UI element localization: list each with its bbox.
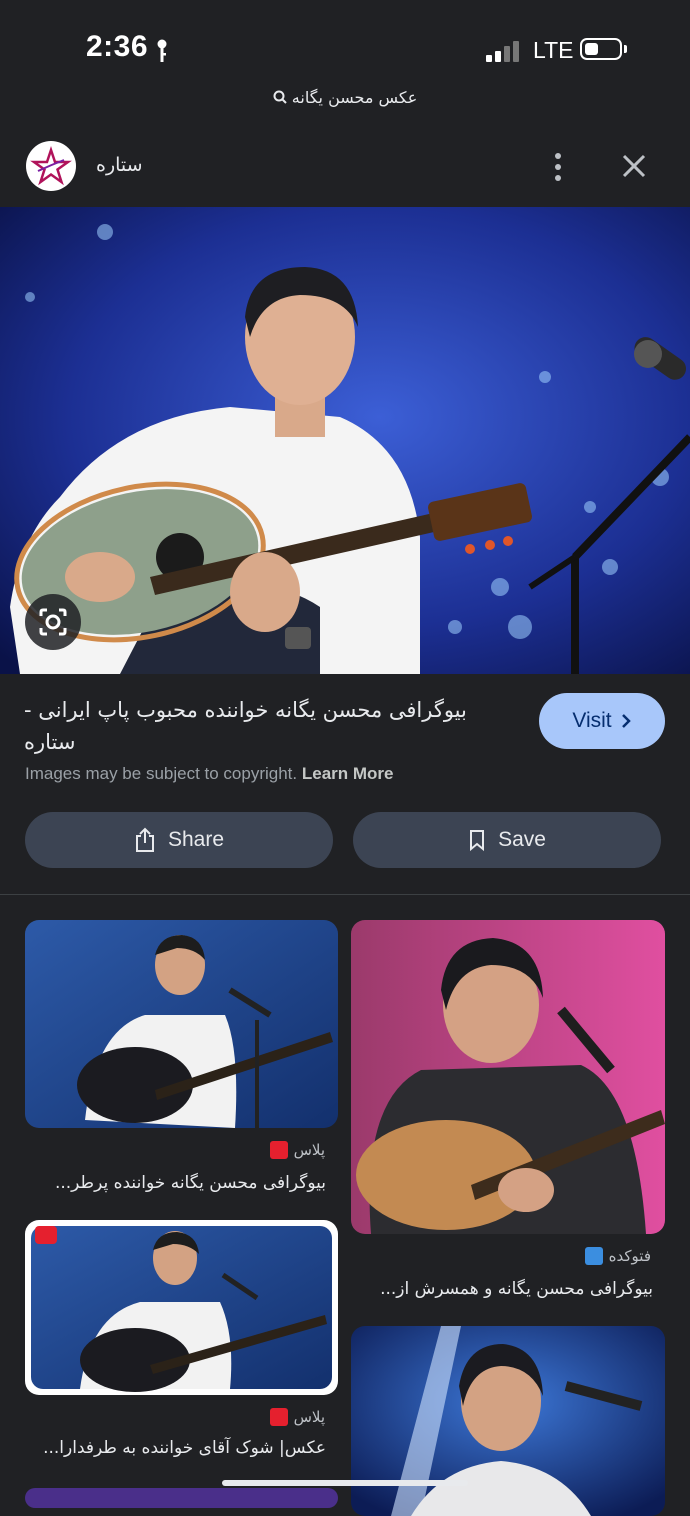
- related-source-2: فتوکده: [584, 1247, 651, 1265]
- related-title-3[interactable]: عکس| شوک آقای خواننده به طرفدارا...: [43, 1438, 326, 1458]
- related-image-2[interactable]: [351, 920, 665, 1234]
- related-source-1: پلاس: [269, 1141, 325, 1159]
- related-source-3-text: پلاس: [293, 1408, 325, 1426]
- save-label: Save: [498, 828, 546, 851]
- related-image-5[interactable]: [25, 1488, 338, 1508]
- signal-icon: [486, 40, 522, 62]
- status-time-text: 2:36: [86, 30, 149, 63]
- close-icon[interactable]: [618, 150, 650, 182]
- search-query-bar[interactable]: عکس محسن یگانه: [0, 88, 690, 107]
- related-image-1[interactable]: [25, 920, 338, 1128]
- save-button[interactable]: Save: [353, 812, 661, 868]
- source-logo[interactable]: [26, 141, 76, 191]
- battery-tip: [624, 45, 627, 53]
- share-button[interactable]: Share: [25, 812, 333, 868]
- location-key-icon: [157, 39, 167, 62]
- status-time: 2:36: [86, 30, 148, 64]
- search-icon: [273, 90, 287, 104]
- related-title-2[interactable]: بیوگرافی محسن یگانه و همسرش از...: [380, 1279, 653, 1299]
- related-image-4[interactable]: [351, 1326, 665, 1516]
- search-query: عکس محسن یگانه: [291, 88, 418, 107]
- network-label: LTE: [533, 37, 574, 63]
- result-title[interactable]: بیوگرافی محسن یگانه خواننده محبوب پاپ ای…: [24, 694, 514, 758]
- related-source-2-text: فتوکده: [608, 1247, 651, 1265]
- related-image-3[interactable]: [25, 1220, 338, 1395]
- bookmark-icon: [470, 830, 485, 852]
- main-image[interactable]: [0, 207, 690, 674]
- google-lens-icon: [39, 608, 67, 636]
- chevron-right-icon: [621, 714, 631, 728]
- share-icon: [135, 827, 154, 852]
- learn-more-link[interactable]: Learn More: [302, 764, 394, 783]
- divider: [0, 894, 690, 895]
- source-favicon-icon: [269, 1408, 288, 1426]
- copyright-text: Images may be subject to copyright.: [25, 764, 298, 783]
- lens-button[interactable]: [25, 594, 81, 650]
- visit-label: Visit: [572, 709, 612, 732]
- related-title-1[interactable]: بیوگرافی محسن یگانه خواننده پرطر...: [55, 1173, 326, 1193]
- share-label: Share: [167, 828, 225, 851]
- copyright-notice: Images may be subject to copyright. Lear…: [25, 764, 394, 784]
- source-favicon-icon: [269, 1141, 288, 1159]
- star-logo-icon: [30, 146, 72, 186]
- battery-icon: [580, 38, 622, 60]
- source-favicon-icon: [584, 1247, 603, 1265]
- home-indicator[interactable]: [222, 1480, 468, 1486]
- source-name[interactable]: ستاره: [96, 154, 143, 176]
- related-source-1-text: پلاس: [293, 1141, 325, 1159]
- related-source-3: پلاس: [269, 1408, 325, 1426]
- visit-button[interactable]: Visit: [539, 693, 665, 749]
- more-options-icon[interactable]: [546, 150, 570, 184]
